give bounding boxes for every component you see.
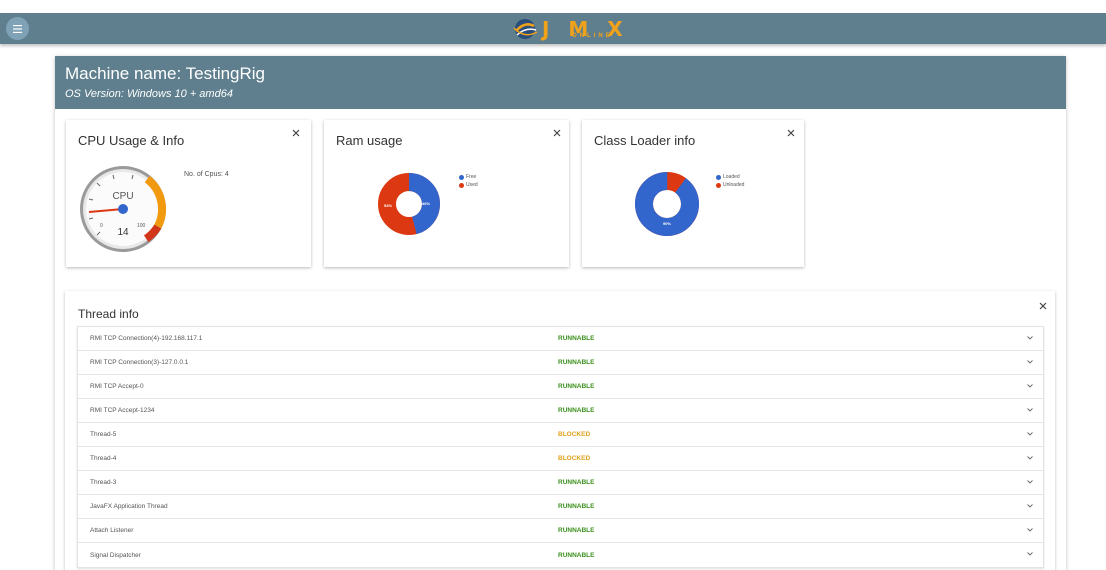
thread-state: RUNNABLE <box>558 479 595 486</box>
thread-card-title: Thread info <box>78 307 139 321</box>
cpu-gauge: CPU 14 0 100 <box>80 166 166 252</box>
close-icon <box>787 129 795 137</box>
thread-state: BLOCKED <box>558 455 591 462</box>
thread-state: RUNNABLE <box>558 503 595 510</box>
cpu-card-title: CPU Usage & Info <box>78 133 185 148</box>
thread-list: RMI TCP Connection(4)-192.168.117.1 RUNNA… <box>77 326 1044 568</box>
ram-card: Ram usage 46% 54% Free Used <box>324 120 569 267</box>
thread-name: JavaFX Application Thread <box>90 503 168 510</box>
thread-name: RMI TCP Connection(4)-192.168.117.1 <box>90 335 203 342</box>
menu-button[interactable] <box>6 17 29 40</box>
cpu-card: CPU Usage & Info CPU 14 0 100 No. of Cpu… <box>66 120 311 267</box>
logo-subtext: ONLINE <box>572 33 613 39</box>
chevron-down-icon <box>1027 360 1033 364</box>
thread-name: Signal Dispatcher <box>90 551 141 559</box>
chevron-down-icon <box>1027 552 1033 556</box>
thread-row[interactable]: Thread-5 BLOCKED <box>78 423 1043 447</box>
classloader-card-title: Class Loader info <box>594 133 696 148</box>
chevron-down-icon <box>1027 408 1033 412</box>
machine-name: Machine name: TestingRig <box>65 64 266 83</box>
thread-row[interactable]: JavaFX Application Thread RUNNABLE <box>78 495 1043 519</box>
chevron-down-icon <box>1027 432 1033 436</box>
machine-card: Machine name: TestingRig OS Version: Win… <box>55 56 1066 570</box>
gauge-label: CPU <box>112 191 133 202</box>
thread-card-close-button[interactable] <box>1039 299 1047 312</box>
chevron-down-icon <box>1027 480 1033 484</box>
thread-name: Thread-3 <box>90 479 117 486</box>
app-bar: J M X ONLINE <box>0 13 1106 44</box>
classloader-card-close-button[interactable] <box>787 126 795 139</box>
thread-name: RMI TCP Connection(3)-127.0.0.1 <box>90 359 189 366</box>
globe-logo-icon <box>513 19 538 39</box>
gauge-min: 0 <box>100 223 103 229</box>
ram-free-pct: 46% <box>422 201 430 206</box>
thread-row[interactable]: Attach Listener RUNNABLE <box>78 519 1043 543</box>
chevron-down-icon <box>1027 528 1033 532</box>
thread-row[interactable]: Signal Dispatcher RUNNABLE <box>78 543 1043 567</box>
thread-row[interactable]: RMI TCP Accept-0 RUNNABLE <box>78 375 1043 399</box>
thread-row[interactable]: RMI TCP Accept-1234 RUNNABLE <box>78 399 1043 423</box>
classloader-card: Class Loader info 90% Loaded Unloaded <box>582 120 804 267</box>
thread-state: RUNNABLE <box>558 551 595 559</box>
chevron-down-icon <box>1027 384 1033 388</box>
classloader-donut-chart: 90% <box>635 172 699 236</box>
machine-os-version: OS Version: Windows 10 + amd64 <box>65 88 233 100</box>
thread-row[interactable]: Thread-3 RUNNABLE <box>78 471 1043 495</box>
close-icon <box>553 129 561 137</box>
cpu-count-label: No. of Cpus: 4 <box>184 171 229 178</box>
app-logo: J M X ONLINE <box>512 15 629 43</box>
thread-row[interactable]: RMI TCP Connection(4)-192.168.117.1 RUNNA… <box>78 327 1043 351</box>
thread-state: RUNNABLE <box>558 527 595 534</box>
classloader-legend: Loaded Unloaded <box>716 174 744 190</box>
ram-used-pct: 54% <box>384 203 392 208</box>
thread-card: Thread info RMI TCP Connection(4)-192.16… <box>65 291 1055 570</box>
menu-icon <box>13 24 22 33</box>
cpu-card-close-button[interactable] <box>292 126 300 139</box>
thread-state: RUNNABLE <box>558 407 595 414</box>
thread-state: RUNNABLE <box>558 335 595 342</box>
thread-state: RUNNABLE <box>558 359 595 366</box>
classloader-loaded-pct: 90% <box>663 221 671 226</box>
ram-donut-chart: 46% 54% <box>378 173 440 235</box>
thread-state: RUNNABLE <box>558 383 595 390</box>
gauge-max: 100 <box>137 223 146 229</box>
thread-row[interactable]: RMI TCP Connection(3)-127.0.0.1 RUNNABLE <box>78 351 1043 375</box>
chevron-down-icon <box>1027 336 1033 340</box>
ram-card-close-button[interactable] <box>553 126 561 139</box>
thread-name: Thread-5 <box>90 431 117 438</box>
thread-row[interactable]: Thread-4 BLOCKED <box>78 447 1043 471</box>
thread-name: RMI TCP Accept-0 <box>90 383 144 390</box>
ram-card-title: Ram usage <box>336 133 403 148</box>
thread-name: RMI TCP Accept-1234 <box>90 407 155 414</box>
machine-header: Machine name: TestingRig OS Version: Win… <box>55 56 1066 109</box>
classloader-loaded-slice <box>635 172 699 236</box>
thread-name: Attach Listener <box>90 527 134 534</box>
gauge-value: 14 <box>117 227 129 238</box>
close-icon <box>1039 302 1047 310</box>
legend-item-loaded: Loaded <box>716 174 744 180</box>
thread-state: BLOCKED <box>558 431 591 438</box>
close-icon <box>292 129 300 137</box>
legend-item-unloaded: Unloaded <box>716 182 744 188</box>
legend-item-used: Used <box>459 182 478 188</box>
chevron-down-icon <box>1027 456 1033 460</box>
window-top-strip <box>0 0 1106 13</box>
ram-legend: Free Used <box>459 174 478 190</box>
legend-item-free: Free <box>459 174 478 180</box>
thread-name: Thread-4 <box>90 455 117 462</box>
chevron-down-icon <box>1027 504 1033 508</box>
